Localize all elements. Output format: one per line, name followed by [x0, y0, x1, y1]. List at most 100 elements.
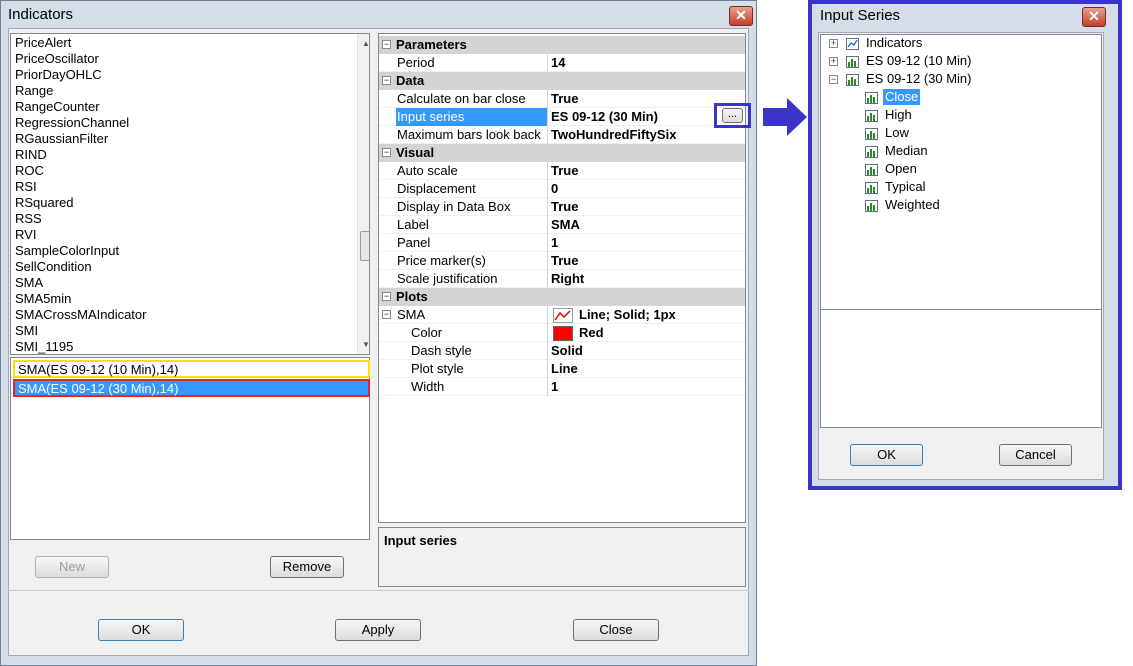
property-width[interactable]: Width 1: [379, 378, 745, 396]
collapse-icon[interactable]: −: [382, 148, 391, 157]
list-item[interactable]: SampleColorInput: [15, 243, 119, 259]
property-name: Displacement: [396, 180, 548, 198]
property-scale-justification[interactable]: Scale justification Right: [379, 270, 745, 288]
close-window-button[interactable]: ✕: [1082, 7, 1106, 27]
line-plot-icon: [553, 308, 573, 323]
list-item[interactable]: RGaussianFilter: [15, 131, 108, 147]
property-label[interactable]: Label SMA: [379, 216, 745, 234]
property-name: Plot style: [396, 360, 548, 378]
tree-label: High: [885, 107, 912, 122]
list-item[interactable]: SMA5min: [15, 291, 71, 307]
list-item[interactable]: PriorDayOHLC: [15, 67, 102, 83]
scroll-up-icon[interactable]: ▲: [362, 39, 369, 48]
property-value[interactable]: 1: [551, 378, 745, 396]
category-plots[interactable]: − Plots: [379, 288, 745, 306]
list-item[interactable]: RSI: [15, 179, 37, 195]
property-value[interactable]: Line: [551, 360, 745, 378]
list-item[interactable]: RangeCounter: [15, 99, 100, 115]
scroll-down-icon[interactable]: ▼: [362, 340, 369, 349]
list-item[interactable]: RIND: [15, 147, 47, 163]
list-item[interactable]: RSS: [15, 211, 42, 227]
arrow-right-icon: [763, 98, 809, 139]
close-button[interactable]: Close: [573, 619, 659, 641]
property-display-in-data-box[interactable]: Display in Data Box True: [379, 198, 745, 216]
series-tree[interactable]: + Indicators + ES 09-12 (10 Min) − ES 09…: [820, 34, 1102, 310]
list-item[interactable]: SMI_1195: [15, 339, 73, 354]
property-period[interactable]: Period 14: [379, 54, 745, 72]
property-value[interactable]: 14: [551, 54, 745, 72]
property-value[interactable]: Right: [551, 270, 745, 288]
property-value[interactable]: True: [551, 252, 745, 270]
property-plot-sma[interactable]: − SMA Line; Solid; 1px: [379, 306, 745, 324]
tree-label: Median: [885, 143, 928, 158]
expand-icon[interactable]: +: [829, 39, 838, 48]
property-name: Period: [396, 54, 548, 72]
collapse-icon[interactable]: −: [382, 40, 391, 49]
applied-item-30min[interactable]: SMA(ES 09-12 (30 Min),14): [13, 379, 370, 397]
list-item[interactable]: SMA: [15, 275, 43, 291]
collapse-icon[interactable]: −: [829, 75, 838, 84]
property-color[interactable]: Color Red: [379, 324, 745, 342]
collapse-icon[interactable]: −: [382, 292, 391, 301]
bar-chart-icon: [865, 181, 878, 194]
property-value[interactable]: TwoHundredFiftySix: [551, 126, 745, 144]
list-scrollbar[interactable]: ▲ ▼: [357, 34, 369, 354]
category-label: Plots: [396, 289, 428, 304]
property-value[interactable]: SMA: [551, 216, 745, 234]
property-price-markers[interactable]: Price marker(s) True: [379, 252, 745, 270]
property-dash-style[interactable]: Dash style Solid: [379, 342, 745, 360]
collapse-icon[interactable]: −: [382, 310, 391, 319]
tree-label: Close: [883, 89, 921, 105]
property-value[interactable]: 0: [551, 180, 745, 198]
list-item[interactable]: PriceOscillator: [15, 51, 99, 67]
apply-button[interactable]: Apply: [335, 619, 421, 641]
property-name: Dash style: [396, 342, 548, 360]
property-displacement[interactable]: Displacement 0: [379, 180, 745, 198]
list-item[interactable]: SellCondition: [15, 259, 92, 275]
color-swatch[interactable]: [553, 326, 573, 341]
bar-chart-icon: [846, 55, 859, 68]
property-value[interactable]: Solid: [551, 342, 745, 360]
category-visual[interactable]: − Visual: [379, 144, 745, 162]
list-item[interactable]: PriceAlert: [15, 35, 71, 51]
list-item[interactable]: RegressionChannel: [15, 115, 129, 131]
scroll-thumb[interactable]: [360, 231, 369, 261]
list-item[interactable]: ROC: [15, 163, 44, 179]
property-value[interactable]: Red: [579, 324, 745, 342]
property-auto-scale[interactable]: Auto scale True: [379, 162, 745, 180]
category-parameters[interactable]: − Parameters: [379, 36, 745, 54]
applied-indicator-list[interactable]: SMA(ES 09-12 (10 Min),14) SMA(ES 09-12 (…: [10, 357, 370, 540]
category-label: Parameters: [396, 37, 467, 52]
ok-button[interactable]: OK: [850, 444, 923, 466]
series-detail-area: [820, 310, 1102, 428]
property-plot-style[interactable]: Plot style Line: [379, 360, 745, 378]
property-value[interactable]: Line; Solid; 1px: [579, 306, 745, 324]
property-name: Auto scale: [396, 162, 548, 180]
new-button[interactable]: New: [35, 556, 109, 578]
list-item[interactable]: SMI: [15, 323, 38, 339]
applied-item-10min[interactable]: SMA(ES 09-12 (10 Min),14): [13, 360, 370, 378]
remove-button[interactable]: Remove: [270, 556, 344, 578]
close-window-button[interactable]: ✕: [729, 6, 753, 26]
category-data[interactable]: − Data: [379, 72, 745, 90]
property-value[interactable]: True: [551, 162, 745, 180]
ok-button[interactable]: OK: [98, 619, 184, 641]
indicator-list[interactable]: PriceAlert PriceOscillator PriorDayOHLC …: [10, 33, 370, 355]
property-maximum-bars-look-back[interactable]: Maximum bars look back TwoHundredFiftySi…: [379, 126, 745, 144]
cancel-button[interactable]: Cancel: [999, 444, 1072, 466]
list-item[interactable]: RSquared: [15, 195, 74, 211]
expand-icon[interactable]: +: [829, 57, 838, 66]
property-panel[interactable]: Panel 1: [379, 234, 745, 252]
list-item[interactable]: Range: [15, 83, 53, 99]
collapse-icon[interactable]: −: [382, 76, 391, 85]
property-value[interactable]: 1: [551, 234, 745, 252]
input-series-browse-button[interactable]: ...: [722, 108, 743, 123]
property-calculate-on-bar-close[interactable]: Calculate on bar close True: [379, 90, 745, 108]
list-item[interactable]: RVI: [15, 227, 36, 243]
help-title: Input series: [384, 533, 457, 548]
property-value[interactable]: True: [551, 198, 745, 216]
property-name: Calculate on bar close: [396, 90, 548, 108]
list-item[interactable]: SMACrossMAIndicator: [15, 307, 146, 323]
property-name: Display in Data Box: [396, 198, 548, 216]
property-input-series[interactable]: Input series ES 09-12 (30 Min): [379, 108, 745, 126]
